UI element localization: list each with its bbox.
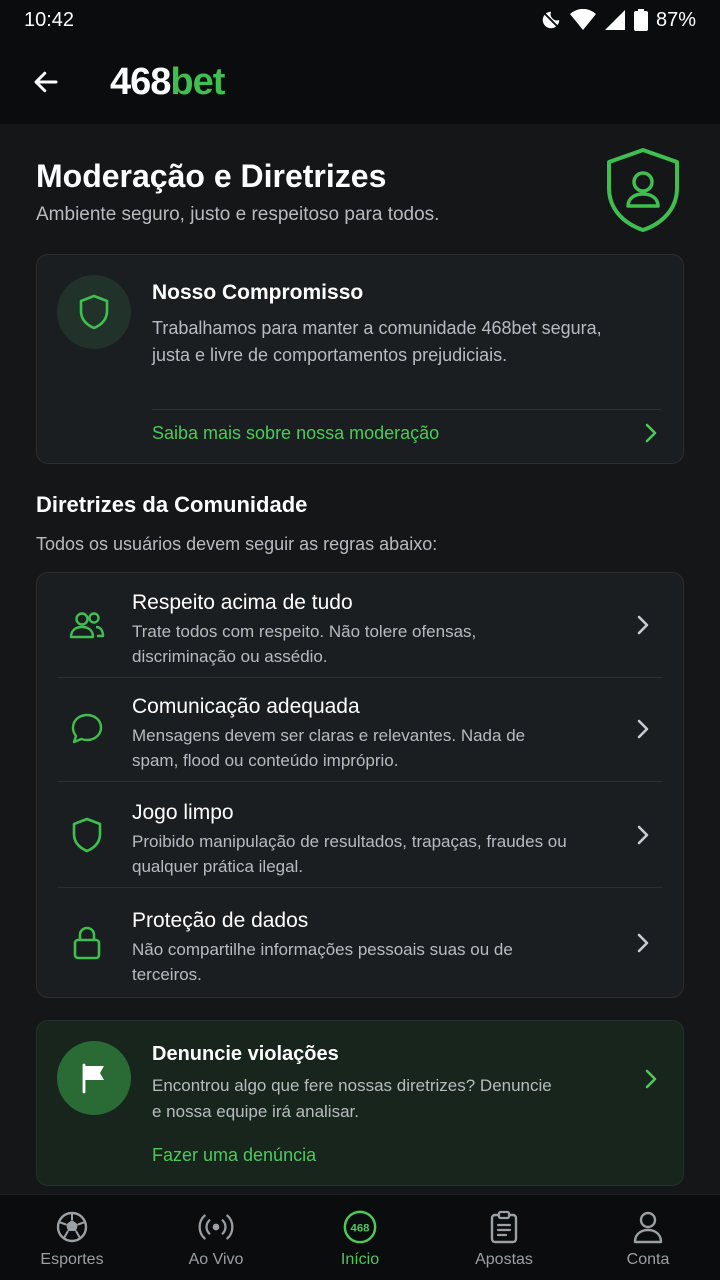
nav-item-inicio[interactable]: 468 Início (288, 1195, 432, 1280)
chevron-right-icon[interactable] (643, 1067, 659, 1096)
arrow-left-icon (34, 71, 58, 93)
flag-icon (57, 1041, 131, 1115)
home-logo-icon: 468 (342, 1209, 378, 1245)
guideline-item-fair-play[interactable]: Jogo limpo Proibido manipulação de resul… (57, 783, 663, 887)
nav-label: Conta (626, 1251, 670, 1268)
bottom-nav: Esportes Ao Vivo 468 Início Apostas Cont… (0, 1194, 720, 1280)
lock-icon (67, 923, 107, 963)
battery-icon (633, 9, 648, 31)
guideline-title: Jogo limpo (132, 801, 234, 824)
nav-item-conta[interactable]: Conta (576, 1195, 720, 1280)
user-icon (630, 1209, 666, 1245)
guideline-desc: Não compartilhe informações pessoais sua… (132, 940, 513, 984)
guideline-item-respect[interactable]: Respeito acima de tudo Trate todos com r… (57, 573, 663, 677)
chevron-right-icon (635, 613, 651, 642)
nav-label: Apostas (475, 1251, 533, 1268)
chevron-right-icon (635, 717, 651, 746)
page-title: Moderação e Diretrizes (36, 158, 387, 194)
nav-label: Início (340, 1251, 380, 1268)
nav-label: Esportes (40, 1251, 104, 1268)
divider (152, 409, 661, 410)
report-text: Encontrou algo que fere nossas diretrize… (152, 1076, 552, 1121)
wifi-icon (569, 9, 596, 31)
learn-more-link[interactable]: Saiba mais sobre nossa moderação (152, 423, 439, 444)
report-title: Denuncie violações (152, 1043, 339, 1065)
guideline-item-communication[interactable]: Comunicação adequada Mensagens devem ser… (57, 677, 663, 781)
commitment-title: Nosso Compromisso (152, 281, 364, 304)
shield-icon (67, 815, 107, 855)
guidelines-subtitle: Todos os usuários devem seguir as regras… (36, 534, 438, 554)
guidelines-card: Respeito acima de tudo Trate todos com r… (36, 572, 684, 998)
signal-icon (604, 9, 626, 31)
guideline-title: Respeito acima de tudo (132, 591, 353, 614)
guidelines-title: Diretrizes da Comunidade (36, 492, 308, 517)
commitment-card: Nosso Compromisso Trabalhamos para mante… (36, 254, 684, 464)
nav-item-ao-vivo[interactable]: Ao Vivo (144, 1195, 288, 1280)
app-root: 10:42 87% 468bet Moderação e Diretrizes … (0, 0, 720, 1280)
home-logo-badge: 468 (351, 1222, 370, 1234)
guideline-title: Comunicação adequada (132, 695, 360, 718)
hero-section: Moderação e Diretrizes Ambiente seguro, … (0, 124, 720, 254)
chat-bubble-icon (67, 709, 107, 749)
nav-item-esportes[interactable]: Esportes (0, 1195, 144, 1280)
nav-item-apostas[interactable]: Apostas (432, 1195, 576, 1280)
divider (57, 781, 663, 782)
app-header: 468bet (0, 40, 720, 124)
shield-icon (57, 275, 131, 349)
status-bar: 10:42 87% (0, 0, 720, 40)
chevron-right-icon[interactable] (643, 421, 659, 450)
brand-logo[interactable]: 468bet (110, 61, 225, 104)
commitment-text: Trabalhamos para manter a comunidade 468… (152, 318, 602, 365)
live-broadcast-icon (198, 1209, 234, 1245)
status-time: 10:42 (24, 8, 75, 31)
page-subtitle: Ambiente seguro, justo e respeitoso para… (36, 204, 440, 225)
guideline-title: Proteção de dados (132, 909, 309, 932)
back-button[interactable] (14, 50, 78, 114)
battery-percent: 87% (655, 8, 696, 31)
make-report-link[interactable]: Fazer uma denúncia (152, 1145, 316, 1166)
chevron-right-icon (635, 823, 651, 852)
guideline-desc: Mensagens devem ser claras e relevantes.… (132, 726, 526, 770)
report-card[interactable]: Denuncie violações Encontrou algo que fe… (36, 1020, 684, 1186)
guideline-desc: Trate todos com respeito. Não tolere ofe… (132, 622, 477, 666)
soccer-ball-icon (54, 1209, 90, 1245)
divider (57, 887, 663, 888)
status-icons: 87% (540, 9, 696, 32)
clipboard-icon (486, 1209, 522, 1245)
guideline-desc: Proibido manipulação de resultados, trap… (132, 832, 567, 876)
do-not-disturb-icon (540, 9, 562, 31)
chevron-right-icon (635, 931, 651, 960)
main-content[interactable]: Moderação e Diretrizes Ambiente seguro, … (0, 124, 720, 1194)
users-icon (67, 605, 107, 645)
shield-user-icon (604, 146, 682, 239)
nav-label: Ao Vivo (188, 1251, 244, 1268)
guideline-item-data-protection[interactable]: Proteção de dados Não compartilhe inform… (57, 891, 663, 995)
